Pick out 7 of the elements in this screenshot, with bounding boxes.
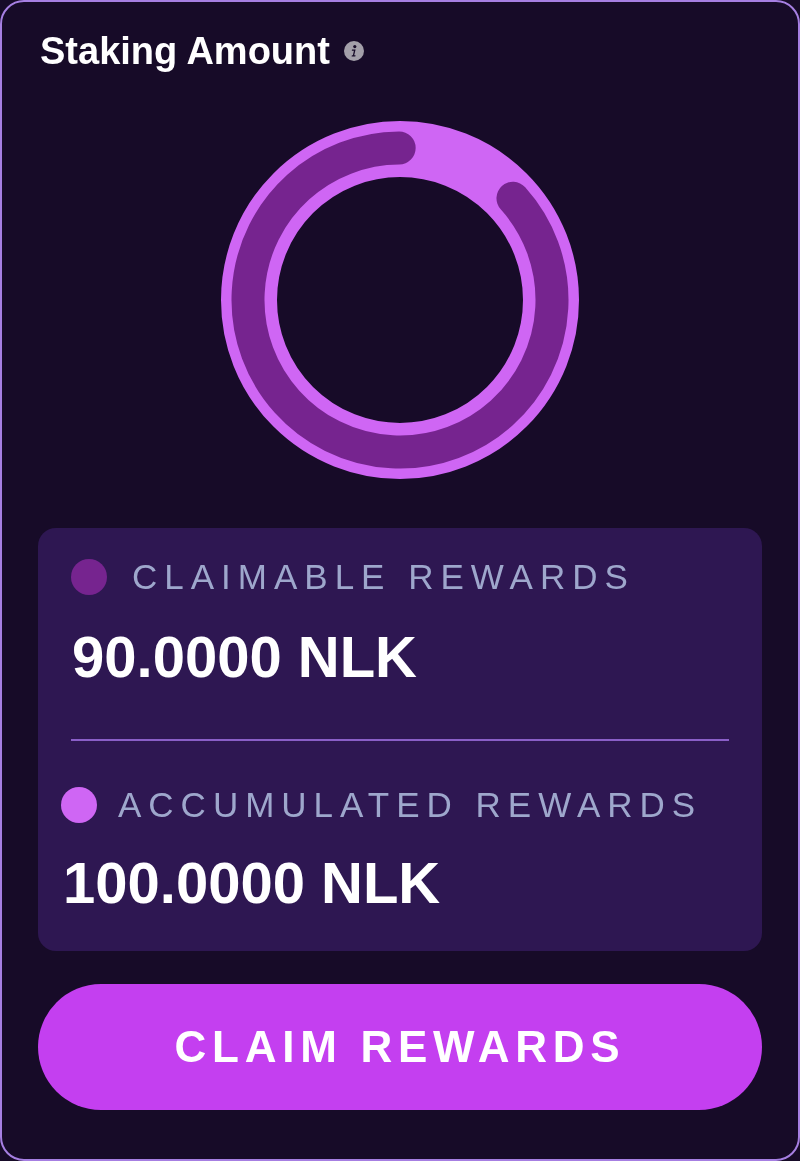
reward-amount: 90.0000 NLK — [72, 624, 417, 689]
reward-label: CLAIMABLE REWARDS — [132, 557, 635, 597]
reward-label: ACCUMULATED REWARDS — [118, 785, 703, 825]
claim-rewards-button[interactable]: CLAIM REWARDS — [38, 984, 762, 1110]
info-icon[interactable] — [343, 41, 364, 61]
card-title: Staking Amount — [40, 32, 330, 70]
reward-amount: 100.0000 NLK — [63, 850, 441, 915]
